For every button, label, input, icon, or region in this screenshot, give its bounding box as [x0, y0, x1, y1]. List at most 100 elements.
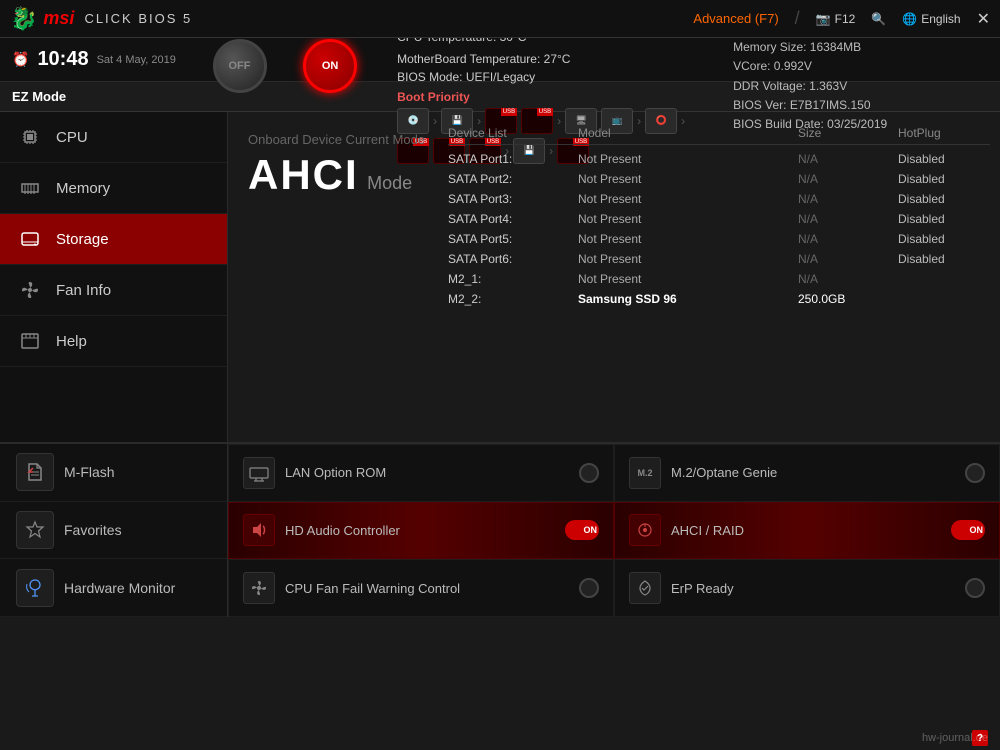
- close-button[interactable]: ✕: [977, 9, 990, 29]
- table-row: SATA Port2:Not PresentN/ADisabled: [448, 169, 990, 189]
- device-table-header: Device List Model Size HotPlug: [448, 122, 990, 145]
- memory-info: Memory Size: 16384MB: [733, 38, 972, 57]
- bottom-area: M-Flash Favorites Hardware Monitor LAN O…: [0, 442, 1000, 617]
- table-row: SATA Port3:Not PresentN/ADisabled: [448, 189, 990, 209]
- cpu-fan-fail-label: CPU Fan Fail Warning Control: [285, 581, 460, 596]
- storage-icon: [16, 228, 44, 250]
- fan-icon: [16, 279, 44, 301]
- watermark: hw-journal.de: [922, 732, 988, 744]
- msi-logo: msi: [43, 8, 74, 29]
- top-bar-right: Advanced (F7) / 📷 F12 🔍 🌐 English ✕: [693, 8, 990, 29]
- memory-icon: [16, 177, 44, 199]
- erp-ready-tile[interactable]: ErP Ready: [614, 559, 1000, 617]
- vcore-info: VCore: 0.992V: [733, 57, 972, 76]
- m-flash-button[interactable]: M-Flash: [0, 444, 227, 502]
- sidebar-item-storage[interactable]: Storage: [0, 214, 227, 265]
- ddr-voltage-info: DDR Voltage: 1.363V: [733, 77, 972, 96]
- boot-priority-label: Boot Priority: [397, 90, 717, 104]
- search-icon: 🔍: [871, 12, 886, 26]
- main-content: Onboard Device Current Mode AHCI Mode De…: [228, 112, 1000, 442]
- time-display: 10:48: [37, 48, 88, 71]
- sidebar-item-label-storage: Storage: [56, 231, 109, 248]
- f12-button[interactable]: 📷 F12: [816, 12, 856, 26]
- m2-optane-tile[interactable]: M.2 M.2/Optane Genie: [614, 444, 1000, 502]
- hd-audio-label: HD Audio Controller: [285, 523, 400, 538]
- cpu-fan-fail-tile[interactable]: CPU Fan Fail Warning Control: [228, 559, 614, 617]
- hw-monitor-label: Hardware Monitor: [64, 580, 175, 596]
- bottom-left: M-Flash Favorites Hardware Monitor: [0, 444, 228, 617]
- ahci-raid-tile[interactable]: AHCI / RAID: [614, 502, 1000, 560]
- language-button[interactable]: 🌐 English: [902, 12, 960, 26]
- hw-monitor-icon: [16, 569, 54, 607]
- sidebar-item-memory[interactable]: Memory: [0, 163, 227, 214]
- game-boost-knob[interactable]: OFF: [213, 39, 267, 93]
- lan-toggle[interactable]: [579, 463, 599, 483]
- lan-option-rom-tile[interactable]: LAN Option ROM: [228, 444, 614, 502]
- globe-icon: 🌐: [902, 12, 917, 26]
- m2-icon: M.2: [629, 457, 661, 489]
- sidebar-item-help[interactable]: Help: [0, 316, 227, 367]
- ahci-raid-toggle[interactable]: [951, 520, 985, 540]
- fan-fail-icon: [243, 572, 275, 604]
- m-flash-icon: [16, 453, 54, 491]
- lan-option-rom-label: LAN Option ROM: [285, 465, 386, 480]
- m2-toggle[interactable]: [965, 463, 985, 483]
- sidebar-item-label-cpu: CPU: [56, 129, 88, 146]
- ahci-raid-label: AHCI / RAID: [671, 523, 744, 538]
- hd-audio-tile[interactable]: HD Audio Controller: [228, 502, 614, 560]
- sidebar-item-label-help: Help: [56, 333, 87, 350]
- device-mode-label: Onboard Device Current Mode: [248, 132, 425, 147]
- audio-icon: [243, 514, 275, 546]
- logo-area: 🐉 msi CLICK BIOS 5: [10, 6, 192, 32]
- col-model: Model: [578, 126, 798, 140]
- clock-icon: ⏰: [12, 51, 29, 68]
- table-row: SATA Port1:Not PresentN/ADisabled: [448, 149, 990, 169]
- erp-icon: [629, 572, 661, 604]
- col-device: Device List: [448, 126, 578, 140]
- m-flash-label: M-Flash: [64, 464, 115, 480]
- clock-area: ⏰ 10:48 Sat 4 May, 2019: [12, 48, 176, 71]
- mb-temp: MotherBoard Temperature: 27°C: [397, 52, 717, 66]
- ahci-icon: [629, 514, 661, 546]
- table-row: M2_1:Not PresentN/A: [448, 269, 990, 289]
- search-button[interactable]: 🔍: [871, 12, 886, 26]
- favorites-button[interactable]: Favorites: [0, 502, 227, 560]
- cpu-fan-toggle[interactable]: [579, 578, 599, 598]
- feature-tiles: LAN Option ROM M.2 M.2/Optane Genie HD A…: [228, 444, 1000, 617]
- bios-mode: BIOS Mode: UEFI/Legacy: [397, 70, 717, 84]
- help-icon: [16, 330, 44, 352]
- xmp-knob[interactable]: ON: [303, 39, 357, 93]
- top-bar: 🐉 msi CLICK BIOS 5 Advanced (F7) / 📷 F12…: [0, 0, 1000, 38]
- table-row-samsung: M2_2:Samsung SSD 96250.0GB: [448, 289, 990, 309]
- content-area: CPU Memory Storage Fan Info Help: [0, 112, 1000, 442]
- info-bar: ⏰ 10:48 Sat 4 May, 2019 GAME BOOST OFF X…: [0, 38, 1000, 82]
- sidebar: CPU Memory Storage Fan Info Help: [0, 112, 228, 442]
- ahci-mode-label: Mode: [367, 173, 412, 193]
- camera-icon: 📷: [816, 12, 831, 26]
- table-row: SATA Port5:Not PresentN/ADisabled: [448, 229, 990, 249]
- sidebar-item-label-memory: Memory: [56, 180, 110, 197]
- divider: /: [795, 8, 800, 29]
- ahci-section: Onboard Device Current Mode AHCI Mode: [248, 132, 425, 199]
- sidebar-item-label-fan-info: Fan Info: [56, 282, 111, 299]
- favorites-label: Favorites: [64, 522, 122, 538]
- erp-toggle[interactable]: [965, 578, 985, 598]
- col-hotplug: HotPlug: [898, 126, 988, 140]
- device-table: Device List Model Size HotPlug SATA Port…: [448, 122, 990, 309]
- col-size: Size: [798, 126, 898, 140]
- table-row: SATA Port6:Not PresentN/ADisabled: [448, 249, 990, 269]
- sidebar-item-fan-info[interactable]: Fan Info: [0, 265, 227, 316]
- advanced-button[interactable]: Advanced (F7): [693, 11, 778, 26]
- lan-icon: [243, 457, 275, 489]
- msi-dragon-icon: 🐉: [10, 6, 37, 32]
- m2-optane-label: M.2/Optane Genie: [671, 465, 777, 480]
- hd-audio-toggle[interactable]: [565, 520, 599, 540]
- favorites-icon: [16, 511, 54, 549]
- date-display: Sat 4 May, 2019: [97, 54, 176, 66]
- erp-ready-label: ErP Ready: [671, 581, 734, 596]
- ahci-title: AHCI: [248, 151, 359, 198]
- ez-mode-label: EZ Mode: [12, 89, 66, 104]
- sidebar-item-cpu[interactable]: CPU: [0, 112, 227, 163]
- table-row: SATA Port4:Not PresentN/ADisabled: [448, 209, 990, 229]
- hardware-monitor-button[interactable]: Hardware Monitor: [0, 559, 227, 617]
